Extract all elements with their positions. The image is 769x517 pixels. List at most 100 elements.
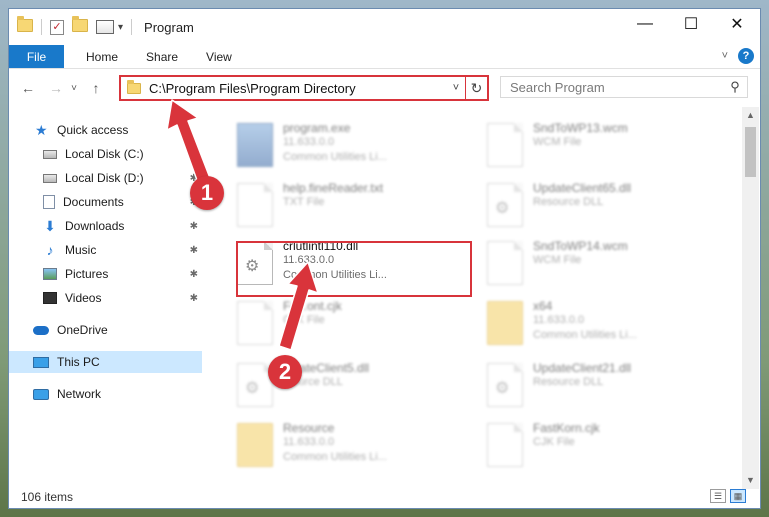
tab-share[interactable]: Share: [132, 45, 192, 68]
network-icon: [33, 388, 49, 400]
file-item[interactable]: ⚙ ...dateClient5.dll ...ource DLL: [219, 357, 449, 415]
file-item[interactable]: ⚙ UpdateClient65.dll Resource DLL: [469, 177, 699, 235]
address-bar[interactable]: C:\Program Files\Program Directory ˅ ↻: [119, 75, 489, 101]
window-controls: — ☐ ✕: [622, 9, 760, 39]
file-item[interactable]: Resource 11.633.0.0 Common Utilities Li.…: [219, 417, 449, 475]
expand-ribbon-icon[interactable]: ˅: [722, 50, 728, 62]
window-title: Program: [144, 19, 194, 35]
file-name: program.exe: [283, 121, 351, 135]
address-history-button[interactable]: ˅: [447, 82, 465, 94]
divider: [41, 19, 42, 35]
tab-home[interactable]: Home: [72, 45, 132, 68]
refresh-button[interactable]: ↻: [465, 77, 487, 99]
details-view-icon[interactable]: ☰: [710, 489, 726, 503]
sidebar-item-local-disk-c[interactable]: Local Disk (C:) ✱: [9, 143, 202, 165]
dll-file-icon: ⚙: [487, 363, 523, 407]
drive-icon: [43, 173, 57, 183]
sidebar-item-quick-access[interactable]: ★ Quick access: [9, 119, 202, 141]
tab-view[interactable]: View: [192, 45, 246, 68]
search-input[interactable]: Search Program: [510, 80, 723, 95]
target-file-highlight: [236, 241, 472, 297]
folder-icon: [17, 16, 33, 35]
sidebar-item-this-pc[interactable]: This PC: [9, 351, 202, 373]
back-button[interactable]: ←: [17, 80, 39, 96]
file-item[interactable]: FastKorn.cjk CJK File: [469, 417, 699, 475]
pin-icon[interactable]: ✱: [190, 149, 198, 160]
documents-icon: [43, 195, 55, 209]
file-name: Fa...ont.cjk: [283, 299, 342, 313]
drive-icon: [43, 149, 57, 159]
customize-quick-access-icon[interactable]: [96, 20, 114, 34]
properties-check-icon[interactable]: ✓: [50, 19, 64, 35]
pin-icon[interactable]: ✱: [190, 293, 198, 304]
file-detail: Common Utilities Li...: [283, 451, 387, 463]
close-button[interactable]: ✕: [714, 9, 760, 39]
file-item[interactable]: SndToWP13.wcm WCM File: [469, 117, 699, 175]
ribbon-tabs: File Home Share View ˅ ?: [9, 45, 760, 69]
sidebar-item-label: Videos: [65, 291, 102, 305]
file-detail: TXT File: [283, 196, 325, 208]
maximize-button[interactable]: ☐: [668, 9, 714, 39]
forward-button[interactable]: →: [45, 80, 67, 96]
file-item[interactable]: help.fineReader.txt TXT File: [219, 177, 449, 235]
step-2-badge: 2: [268, 355, 302, 389]
help-icon[interactable]: ?: [738, 48, 754, 64]
file-item[interactable]: ⚙ UpdateClient21.dll Resource DLL: [469, 357, 699, 415]
folder-icon: [487, 301, 523, 345]
sidebar-item-music[interactable]: ♪ Music ✱: [9, 239, 202, 261]
file-detail: WCM File: [533, 136, 582, 148]
this-pc-icon: [33, 356, 49, 368]
explorer-window: ✓ ▾ Program — ☐ ✕ File Home Share View ˅…: [8, 8, 761, 509]
sidebar-item-local-disk-d[interactable]: Local Disk (D:) ✱: [9, 167, 202, 189]
file-item[interactable]: x64 11.633.0.0 Common Utilities Li...: [469, 295, 699, 353]
vertical-scrollbar[interactable]: ▲ ▼: [742, 107, 759, 489]
file-icon: [487, 241, 523, 285]
file-item[interactable]: SndToWP14.wcm WCM File: [469, 235, 699, 293]
chevron-down-icon[interactable]: ▾: [118, 22, 123, 33]
dll-file-icon: ⚙: [487, 183, 523, 227]
videos-icon: [43, 292, 57, 304]
folder-icon: [127, 79, 141, 94]
sidebar-item-documents[interactable]: Documents ✱: [9, 191, 202, 213]
search-icon[interactable]: ⚲: [723, 79, 747, 95]
navigation-bar: ← → ˅ ↑ C:\Program Files\Program Directo…: [9, 75, 760, 101]
pin-icon[interactable]: ✱: [190, 221, 198, 232]
up-button[interactable]: ↑: [85, 80, 107, 96]
sidebar-item-onedrive[interactable]: OneDrive: [9, 319, 202, 341]
sidebar-item-label: Documents: [63, 195, 124, 209]
divider: [131, 19, 133, 35]
file-name: UpdateClient21.dll: [533, 361, 632, 375]
file-name: UpdateClient65.dll: [533, 181, 632, 195]
scroll-up-icon[interactable]: ▲: [742, 107, 759, 124]
sidebar-item-label: Local Disk (C:): [65, 147, 144, 161]
sidebar-item-label: Quick access: [57, 123, 129, 137]
file-item[interactable]: Fa...ont.cjk CJK File: [219, 295, 449, 353]
sidebar-item-videos[interactable]: Videos ✱: [9, 287, 202, 309]
address-path[interactable]: C:\Program Files\Program Directory: [149, 81, 447, 96]
pin-icon[interactable]: ✱: [190, 269, 198, 280]
recent-locations-button[interactable]: ˅: [67, 83, 81, 94]
pin-icon[interactable]: ✱: [190, 245, 198, 256]
step-1-badge: 1: [190, 176, 224, 210]
file-detail: Resource DLL: [533, 376, 604, 388]
sidebar-item-network[interactable]: Network: [9, 383, 202, 405]
sidebar-item-label: Downloads: [65, 219, 125, 233]
file-detail: 11.633.0.0: [533, 314, 585, 326]
minimize-button[interactable]: —: [622, 9, 668, 39]
tab-file[interactable]: File: [9, 45, 64, 68]
file-detail: 11.633.0.0: [283, 136, 335, 148]
file-item[interactable]: program.exe 11.633.0.0 Common Utilities …: [219, 117, 449, 175]
sidebar-item-downloads[interactable]: ⬇ Downloads ✱: [9, 215, 202, 237]
text-file-icon: [237, 183, 273, 227]
file-name: x64: [533, 299, 553, 313]
scrollbar-thumb[interactable]: [745, 127, 756, 177]
file-detail: WCM File: [533, 254, 582, 266]
application-icon: [237, 123, 273, 167]
sidebar-item-pictures[interactable]: Pictures ✱: [9, 263, 202, 285]
navigation-pane: ★ Quick access Local Disk (C:) ✱ Local D…: [9, 113, 203, 483]
music-icon: ♪: [46, 242, 54, 258]
new-folder-icon[interactable]: [72, 16, 88, 35]
large-icons-view-icon[interactable]: ▦: [730, 489, 746, 503]
search-box[interactable]: Search Program ⚲: [500, 76, 748, 98]
sidebar-item-label: Network: [57, 387, 102, 401]
